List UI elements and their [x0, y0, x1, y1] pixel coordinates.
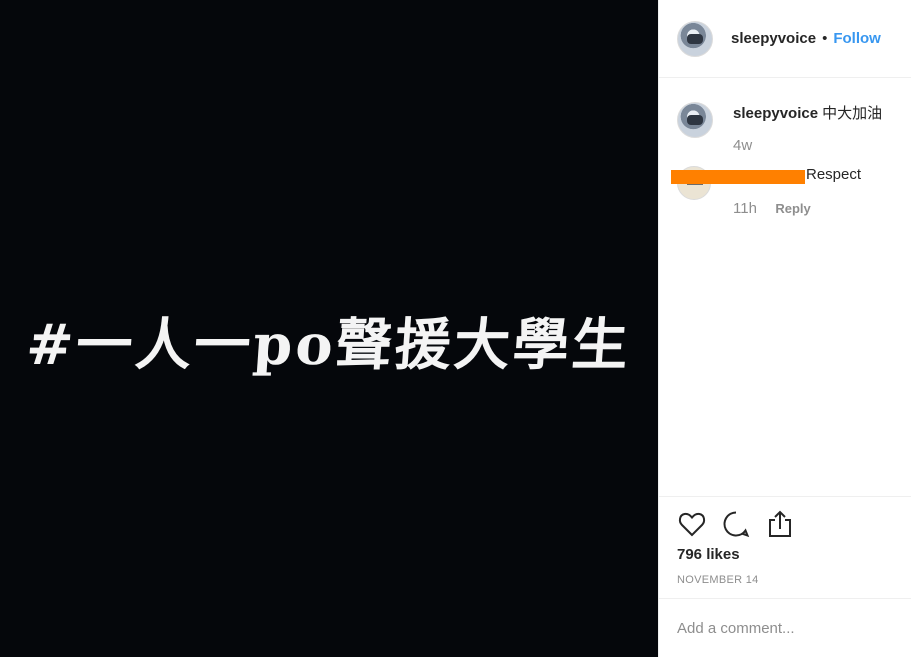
add-comment-section: [659, 598, 911, 657]
redacted-username-bar: [671, 170, 805, 184]
post-header: sleepyvoice • Follow: [659, 0, 911, 78]
post-image-text: #一人一po聲援大學生: [24, 312, 634, 378]
post-date[interactable]: NOVEMBER 14: [677, 574, 759, 586]
separator-dot: •: [822, 30, 828, 47]
post-side-panel: sleepyvoice • Follow sleepyvoice 中大加油 4w …: [658, 0, 911, 657]
author-avatar[interactable]: [677, 20, 713, 57]
comment-icon[interactable]: [721, 509, 751, 539]
like-icon[interactable]: [677, 509, 707, 539]
reply-button[interactable]: Reply: [775, 201, 810, 216]
likes-count[interactable]: 796 likes: [677, 546, 740, 563]
caption-text: 中大加油: [822, 105, 883, 122]
share-icon[interactable]: [765, 509, 795, 539]
comment-timestamp[interactable]: 11h: [733, 200, 757, 217]
follow-button[interactable]: Follow: [833, 30, 881, 47]
caption-author-avatar[interactable]: [677, 102, 713, 138]
post-image[interactable]: #一人一po聲援大學生: [0, 0, 658, 657]
comment-text: Respect: [806, 166, 862, 183]
author-username[interactable]: sleepyvoice: [731, 30, 816, 47]
post-actions: 796 likes NOVEMBER 14: [659, 496, 911, 598]
add-comment-input[interactable]: [677, 619, 897, 637]
caption-username[interactable]: sleepyvoice: [733, 105, 818, 122]
caption-timestamp[interactable]: 4w: [733, 137, 903, 154]
